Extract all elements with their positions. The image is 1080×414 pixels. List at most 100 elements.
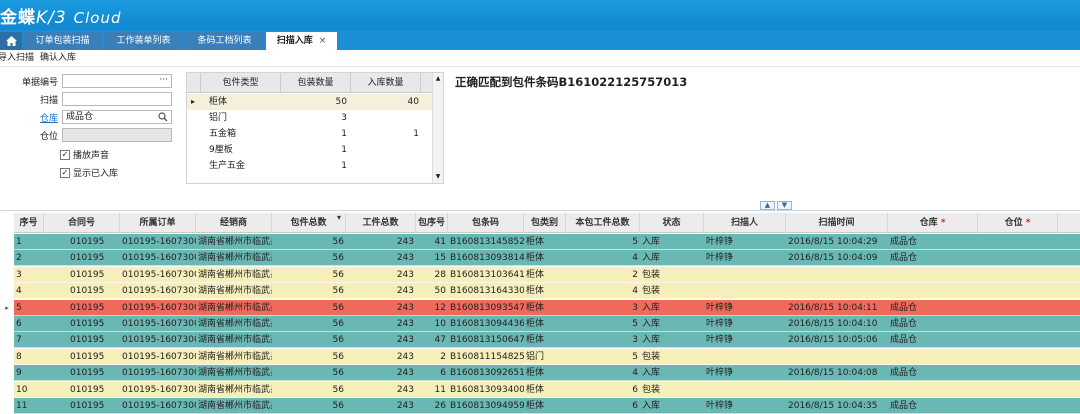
tab-barcode-list[interactable]: 条码工档列表: [185, 32, 265, 50]
col-pkg-type[interactable]: 包类别: [524, 213, 566, 233]
cell-barcode: B1608131458523: [450, 237, 524, 247]
cell-barcode: B1608130926517: [450, 368, 524, 379]
col-location[interactable]: 仓位 *: [978, 213, 1058, 233]
play-sound-checkbox[interactable]: ✓ 播放声音: [60, 148, 109, 161]
scan-input[interactable]: [62, 92, 172, 106]
required-marker: *: [937, 218, 946, 228]
col-part-count[interactable]: 本包工件总数: [566, 213, 640, 233]
cell-location: [978, 250, 1058, 266]
col-pkg-type-label: 包类别: [530, 218, 558, 228]
col-in-qty: 入库数量: [351, 73, 421, 93]
row-pointer-icon: ▸: [191, 97, 196, 106]
cell-status: 包装: [642, 269, 661, 280]
cell-contract: 010195: [70, 253, 105, 264]
toolbar: 导入扫描 确认入库: [0, 50, 1080, 67]
cell-part-total: 243: [396, 401, 414, 411]
cell-part-count: 4: [632, 286, 638, 297]
cell-pkg-type: 铝门: [526, 351, 545, 362]
table-row[interactable]: 5 010195 010195-16073000湖南省郴州市临武县 56 243 12 B1…: [14, 299, 1080, 316]
summary-row[interactable]: ▸ 柜体 50 40: [187, 94, 433, 110]
collapse-up-icon[interactable]: ▲: [760, 201, 775, 210]
summary-scrollbar[interactable]: ▲ ▼: [432, 73, 443, 183]
summary-pkg-type: 五金箱: [209, 129, 237, 139]
confirm-inbound-button[interactable]: 确认入库: [40, 50, 76, 67]
cell-order: 010195-16073000: [122, 401, 196, 411]
expand-down-icon[interactable]: ▼: [777, 201, 792, 210]
cell-part-total: 243: [396, 368, 414, 379]
cell-scanner: 叶梓铮: [706, 368, 734, 379]
col-dealer[interactable]: 经销商: [196, 213, 272, 233]
cell-status: 入库: [642, 319, 661, 329]
cell-pkg-total: 56: [332, 302, 344, 313]
tab-scan-inbound[interactable]: 扫描入库 ×: [266, 32, 338, 50]
close-icon[interactable]: ×: [319, 32, 327, 50]
warehouse-label-link[interactable]: 仓库: [18, 111, 58, 124]
summary-row[interactable]: 生产五金 1: [187, 158, 433, 174]
cell-scanner: 叶梓铮: [706, 319, 734, 329]
table-row[interactable]: 4 010195 010195-16073000湖南省郴州市临武县 56 243 50 B1…: [14, 283, 1080, 300]
tab-order-scan[interactable]: 订单包装扫描: [23, 32, 103, 50]
logo-main: 金蝶: [0, 8, 36, 28]
row-indicator-header: [187, 73, 201, 93]
summary-row[interactable]: 铝门 3: [187, 110, 433, 126]
cell-dealer: 湖南省郴州市临武县: [198, 319, 272, 329]
app-header: 金蝶K/3 Cloud: [0, 0, 1080, 30]
home-button[interactable]: [0, 32, 22, 50]
cell-scan-time: 2016/8/15 10:04:29: [788, 237, 878, 247]
filter-icon[interactable]: ▾: [337, 208, 341, 228]
cell-scan-time: 2016/8/15 10:04:35: [788, 401, 878, 411]
scroll-down-icon[interactable]: ▼: [433, 171, 443, 183]
cell-pkg-total: 56: [332, 237, 344, 247]
table-row[interactable]: 10 010195 010195-16073000湖南省郴州市临武县 56 243 11 B…: [14, 381, 1080, 398]
table-row[interactable]: 8 010195 010195-16073000湖南省郴州市临武县 56 243 2 B16…: [14, 348, 1080, 365]
table-row[interactable]: 2 010195 010195-16073000湖南省郴州市临武县 56 243 15 B1…: [14, 250, 1080, 267]
col-status[interactable]: 状态: [640, 213, 704, 233]
cell-location: [978, 365, 1058, 381]
table-row[interactable]: 1 010195 010195-16073000湖南省郴州市临武县 56 243 41 B1…: [14, 234, 1080, 250]
cell-part-count: 5: [632, 237, 638, 247]
col-order[interactable]: 所属订单: [120, 213, 196, 233]
order-no-field[interactable]: ···: [62, 74, 172, 88]
cell-barcode: B1608130944367: [450, 319, 524, 329]
col-contract[interactable]: 合同号: [44, 213, 120, 233]
scroll-up-icon[interactable]: ▲: [433, 73, 443, 85]
col-pkg-seq-label: 包序号: [417, 218, 445, 228]
summary-row[interactable]: 五金箱 1 1: [187, 126, 433, 142]
col-scan-time-label: 扫描时间: [818, 218, 855, 228]
cell-contract: 010195: [70, 286, 105, 297]
tab-work-order-list[interactable]: 工作装单列表: [104, 32, 184, 50]
cell-part-total: 243: [396, 351, 414, 362]
cell-scanner: 叶梓铮: [706, 237, 734, 247]
search-icon[interactable]: [158, 112, 168, 122]
table-row[interactable]: 9 010195 010195-16073000湖南省郴州市临武县 56 243 6 B16…: [14, 365, 1080, 382]
table-row[interactable]: 6 010195 010195-16073000湖南省郴州市临武县 56 243 10 B1…: [14, 316, 1080, 332]
cell-contract: 010195: [70, 237, 105, 247]
cell-dealer: 湖南省郴州市临武县: [198, 335, 272, 346]
col-pkg-seq[interactable]: 包序号: [416, 213, 448, 233]
cell-scan-time: 2016/8/15 10:04:08: [788, 368, 878, 379]
more-icon[interactable]: ···: [159, 75, 168, 86]
cell-scan-time: 2016/8/15 10:04:11: [788, 302, 878, 313]
table-row[interactable]: 7 010195 010195-16073000湖南省郴州市临武县 56 243 47 B1…: [14, 332, 1080, 349]
cell-status: 包装: [642, 286, 661, 297]
summary-row[interactable]: 9厘板 1: [187, 142, 433, 158]
show-inbound-checkbox[interactable]: ✓ 显示已入库: [60, 166, 118, 179]
col-seq[interactable]: 序号: [14, 213, 44, 233]
cell-seq: 8: [16, 351, 22, 362]
table-row[interactable]: 11 010195 010195-16073000湖南省郴州市临武县 56 243 26 B…: [14, 398, 1080, 414]
cell-scan-time: 2016/8/15 10:04:10: [788, 319, 878, 329]
table-row[interactable]: 3 010195 010195-16073000湖南省郴州市临武县 56 243 28 B1…: [14, 266, 1080, 283]
warehouse-field[interactable]: 成品仓: [62, 110, 172, 124]
col-warehouse[interactable]: 仓库 *: [888, 213, 978, 233]
col-pkg-total[interactable]: 包件总数 ▾: [272, 213, 346, 233]
cell-part-total: 243: [396, 237, 414, 247]
import-scan-button[interactable]: 导入扫描: [0, 50, 34, 67]
cell-barcode: B160811154825: [450, 351, 524, 362]
home-icon: [5, 36, 17, 46]
col-scanner[interactable]: 扫描人: [704, 213, 786, 233]
cell-part-count: 3: [632, 335, 638, 346]
col-warehouse-label: 仓库: [919, 218, 938, 228]
col-scan-time[interactable]: 扫描时间: [786, 213, 888, 233]
col-barcode[interactable]: 包条码: [448, 213, 524, 233]
col-part-total[interactable]: 工件总数: [346, 213, 416, 233]
